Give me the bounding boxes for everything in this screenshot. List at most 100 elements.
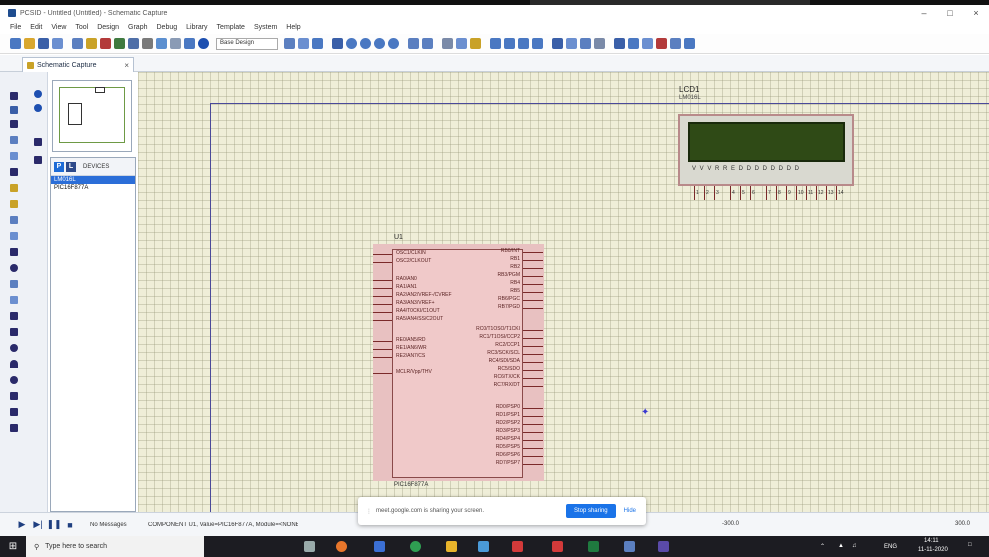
zoom-in-icon[interactable] — [346, 38, 357, 49]
taskbar-search[interactable]: ⚲ Type here to search — [26, 536, 204, 557]
pan-icon[interactable] — [332, 38, 343, 49]
pause-simulation-icon[interactable]: ❚❚ — [46, 519, 62, 530]
block-rotate-icon[interactable] — [518, 38, 529, 49]
subcircuit-icon[interactable] — [10, 184, 18, 192]
generator-icon[interactable] — [10, 264, 18, 272]
firefox-icon[interactable] — [336, 541, 347, 552]
device-item[interactable]: LM016L — [51, 176, 135, 184]
clock-date[interactable]: 11-11-2020 — [918, 547, 948, 553]
menu-template[interactable]: Template — [217, 24, 245, 31]
stop-sharing-button[interactable]: Stop sharing — [565, 504, 616, 518]
path-icon[interactable] — [10, 376, 18, 384]
task-view-icon[interactable] — [304, 541, 315, 552]
mcu-pin[interactable] — [373, 280, 392, 281]
selection-mode-icon[interactable] — [10, 92, 18, 100]
mcu-pin[interactable] — [523, 416, 543, 417]
rotate-ccw-icon[interactable] — [34, 104, 42, 112]
mcu-pin[interactable] — [523, 464, 543, 465]
menu-view[interactable]: View — [51, 24, 66, 31]
lcd-pin[interactable] — [714, 186, 715, 200]
mcu-pin[interactable] — [523, 440, 543, 441]
lcd-pin[interactable] — [766, 186, 767, 200]
marker-icon[interactable] — [10, 424, 18, 432]
pick-devices-button[interactable]: P — [54, 161, 64, 172]
mcu-pin[interactable] — [523, 448, 543, 449]
property-icon[interactable] — [642, 38, 653, 49]
mcu-pin[interactable] — [523, 386, 543, 387]
pdf-icon[interactable] — [552, 541, 563, 552]
drag-handle-icon[interactable]: ⋮ — [366, 508, 372, 515]
lcd-pin[interactable] — [836, 186, 837, 200]
mcu-pin[interactable] — [373, 357, 392, 358]
lcd-pin[interactable] — [704, 186, 705, 200]
overview-viewport[interactable] — [68, 103, 82, 125]
schematic-icon[interactable] — [86, 38, 97, 49]
stop-simulation-icon[interactable]: ■ — [62, 520, 78, 530]
lcd-component[interactable]: V V V R R E D D D D D D D D — [678, 114, 854, 186]
mcu-pin[interactable] — [523, 378, 543, 379]
help-icon[interactable] — [198, 38, 209, 49]
make-device-icon[interactable] — [566, 38, 577, 49]
mirror-x-icon[interactable] — [34, 138, 42, 146]
menu-graph[interactable]: Graph — [128, 24, 147, 31]
copy-icon[interactable] — [456, 38, 467, 49]
windows-start-icon[interactable]: ⊞ — [0, 541, 26, 552]
clock-time[interactable]: 14:11 — [924, 538, 939, 544]
netlist-icon[interactable] — [684, 38, 695, 49]
3d-icon[interactable] — [114, 38, 125, 49]
junction-icon[interactable] — [10, 120, 18, 128]
overview-window[interactable] — [52, 80, 132, 152]
circle-icon[interactable] — [10, 344, 18, 352]
menu-file[interactable]: File — [10, 24, 21, 31]
recorder-icon[interactable] — [10, 248, 18, 256]
run-simulation-icon[interactable]: ▶ — [14, 519, 30, 530]
lcd-pin[interactable] — [816, 186, 817, 200]
wire-label-icon[interactable] — [10, 136, 18, 144]
menu-library[interactable]: Library — [186, 24, 207, 31]
menu-edit[interactable]: Edit — [30, 24, 42, 31]
menu-help[interactable]: Help — [286, 24, 300, 31]
lcd-pin[interactable] — [730, 186, 731, 200]
undo-icon[interactable] — [408, 38, 419, 49]
cut-icon[interactable] — [442, 38, 453, 49]
mcu-pin[interactable] — [373, 254, 392, 255]
lcd-pin[interactable] — [786, 186, 787, 200]
lcd-pin[interactable] — [740, 186, 741, 200]
mcu-pin[interactable] — [523, 346, 543, 347]
block-copy-icon[interactable] — [490, 38, 501, 49]
instrument-icon[interactable] — [10, 296, 18, 304]
lcd-pin[interactable] — [796, 186, 797, 200]
redo-icon[interactable] — [422, 38, 433, 49]
open-folder-icon[interactable] — [24, 38, 35, 49]
grid-icon[interactable] — [298, 38, 309, 49]
device-item[interactable]: PIC16F877A — [51, 184, 135, 192]
mcu-pin[interactable] — [523, 408, 543, 409]
zoom-area-icon[interactable] — [388, 38, 399, 49]
menu-system[interactable]: System — [254, 24, 277, 31]
block-move-icon[interactable] — [504, 38, 515, 49]
mcu-pin[interactable] — [523, 330, 543, 331]
search-tag-icon[interactable] — [628, 38, 639, 49]
probe-icon[interactable] — [10, 280, 18, 288]
network-icon[interactable]: ▲ — [838, 543, 844, 549]
origin-icon[interactable] — [312, 38, 323, 49]
mcu-pin[interactable] — [373, 296, 392, 297]
text-icon[interactable] — [10, 392, 18, 400]
decompose-icon[interactable] — [594, 38, 605, 49]
home-icon[interactable] — [72, 38, 83, 49]
mcu-pin[interactable] — [373, 341, 392, 342]
refresh-icon[interactable] — [284, 38, 295, 49]
lcd-pin[interactable] — [806, 186, 807, 200]
mcu-pin[interactable] — [373, 262, 392, 263]
mcu-pin[interactable] — [373, 288, 392, 289]
arc-icon[interactable] — [10, 360, 18, 368]
mcu-pin[interactable] — [523, 268, 543, 269]
vs-icon[interactable] — [658, 541, 669, 552]
mcu-pin[interactable] — [523, 252, 543, 253]
maximize-button[interactable]: □ — [937, 8, 963, 18]
new-sheet-icon[interactable] — [670, 38, 681, 49]
lcd-pin[interactable] — [826, 186, 827, 200]
app-icon[interactable] — [512, 541, 523, 552]
proteus-taskbar-icon[interactable] — [624, 541, 635, 552]
mcu-pin[interactable] — [373, 312, 392, 313]
